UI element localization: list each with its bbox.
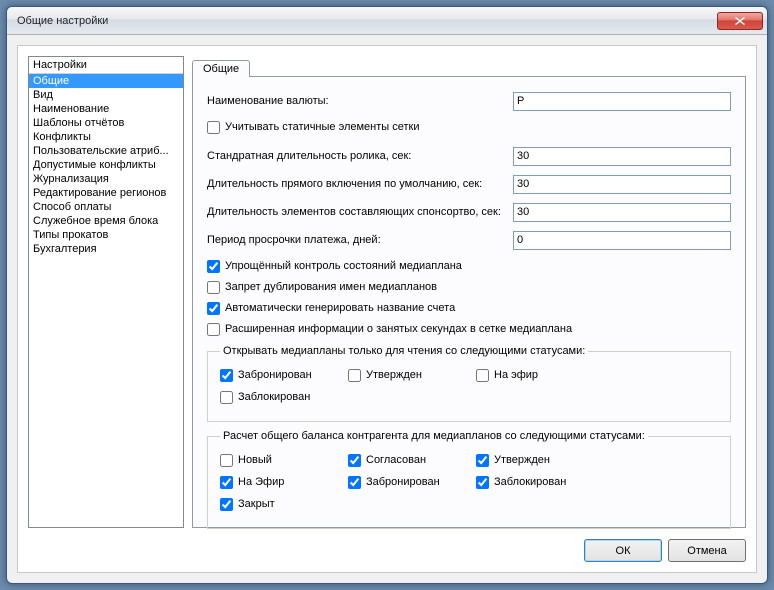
tab-panel-general: Наименование валюты: Учитывать статичные… (192, 76, 746, 528)
extended-checkbox[interactable] (207, 323, 220, 336)
balance-status-grid: Новый Согласован Утвержден На Эфир Заброниро… (220, 452, 718, 518)
balance-status-checkbox[interactable] (476, 476, 489, 489)
readonly-status-item: Утвержден (348, 367, 476, 383)
balance-status-item: На Эфир (220, 474, 348, 490)
balance-status-checkbox[interactable] (220, 454, 233, 467)
tab-strip: Общие (192, 56, 746, 76)
static-elements-checkbox[interactable] (207, 121, 220, 134)
balance-status-checkbox[interactable] (220, 498, 233, 511)
simplified-checkbox[interactable] (207, 260, 220, 273)
currency-input[interactable] (513, 92, 731, 111)
balance-status-label: Согласован (366, 454, 426, 466)
readonly-status-item: Забронирован (220, 367, 348, 383)
balance-status-label: Заблокирован (494, 476, 566, 488)
balance-status-item: Новый (220, 452, 348, 468)
balance-status-item: Заблокирован (476, 474, 604, 490)
readonly-status-item: На эфир (476, 367, 604, 383)
readonly-status-label: Заблокирован (238, 391, 310, 403)
content-area: Настройки ОбщиеВидНаименованиеШаблоны от… (28, 56, 746, 528)
balance-status-item: Утвержден (476, 452, 604, 468)
sidebar-item[interactable]: Типы прокатов (29, 228, 183, 242)
static-elements-label: Учитывать статичные элементы сетки (225, 121, 420, 133)
main-panel: Общие Наименование валюты: Учитывать ста… (192, 56, 746, 528)
readonly-status-label: Утвержден (366, 369, 422, 381)
sidebar-item[interactable]: Способ оплаты (29, 200, 183, 214)
sponsor-duration-label: Длительность элементов составляющих спон… (207, 206, 513, 218)
close-icon (735, 17, 745, 25)
sidebar-item[interactable]: Пользовательские атриб... (29, 144, 183, 158)
sidebar-item[interactable]: Конфликты (29, 130, 183, 144)
autogen-label: Автоматически генерировать название счет… (225, 302, 455, 314)
readonly-status-label: Забронирован (238, 369, 312, 381)
sidebar-header: Настройки (29, 57, 183, 74)
std-duration-input[interactable] (513, 147, 731, 166)
client-area: Настройки ОбщиеВидНаименованиеШаблоны от… (17, 45, 757, 573)
tab-general[interactable]: Общие (192, 60, 250, 77)
overdue-label: Период просрочки платежа, дней: (207, 234, 513, 246)
readonly-status-checkbox[interactable] (220, 391, 233, 404)
overdue-input[interactable] (513, 231, 731, 250)
sidebar-item[interactable]: Наименование (29, 102, 183, 116)
sidebar-item[interactable]: Шаблоны отчётов (29, 116, 183, 130)
sidebar-item[interactable]: Вид (29, 88, 183, 102)
simplified-label: Упрощённый контроль состояний медиаплана (225, 260, 462, 272)
sidebar-item[interactable]: Служебное время блока (29, 214, 183, 228)
readonly-status-legend: Открывать медиапланы только для чтения с… (220, 345, 588, 357)
readonly-status-group: Открывать медиапланы только для чтения с… (207, 345, 731, 422)
balance-status-checkbox[interactable] (476, 454, 489, 467)
sponsor-duration-input[interactable] (513, 203, 731, 222)
balance-status-item: Закрыт (220, 496, 348, 512)
balance-status-item: Согласован (348, 452, 476, 468)
sidebar-list: ОбщиеВидНаименованиеШаблоны отчётовКонфл… (29, 74, 183, 256)
std-duration-label: Стандратная длительность ролика, сек: (207, 150, 513, 162)
balance-status-checkbox[interactable] (348, 454, 361, 467)
balance-status-label: Забронирован (366, 476, 440, 488)
cancel-button[interactable]: Отмена (668, 539, 746, 562)
balance-status-item: Забронирован (348, 474, 476, 490)
currency-label: Наименование валюты: (207, 95, 513, 107)
button-bar: ОК Отмена (584, 539, 746, 562)
titlebar: Общие настройки (7, 7, 767, 35)
balance-status-legend: Расчет общего баланса контрагента для ме… (220, 430, 648, 442)
ok-button[interactable]: ОК (584, 539, 662, 562)
readonly-status-checkbox[interactable] (348, 369, 361, 382)
autogen-checkbox[interactable] (207, 302, 220, 315)
live-duration-label: Длительность прямого включения по умолча… (207, 178, 513, 190)
balance-status-label: Закрыт (238, 498, 275, 510)
balance-status-checkbox[interactable] (348, 476, 361, 489)
sidebar-item[interactable]: Бухгалтерия (29, 242, 183, 256)
close-button[interactable] (717, 12, 763, 30)
window-title: Общие настройки (17, 15, 717, 27)
duplicate-checkbox[interactable] (207, 281, 220, 294)
sidebar-item[interactable]: Допустимые конфликты (29, 158, 183, 172)
balance-status-checkbox[interactable] (220, 476, 233, 489)
readonly-status-checkbox[interactable] (476, 369, 489, 382)
live-duration-input[interactable] (513, 175, 731, 194)
settings-sidebar: Настройки ОбщиеВидНаименованиеШаблоны от… (28, 56, 184, 528)
balance-status-group: Расчет общего баланса контрагента для ме… (207, 430, 731, 529)
balance-status-label: На Эфир (238, 476, 284, 488)
balance-status-label: Новый (238, 454, 272, 466)
readonly-status-checkbox[interactable] (220, 369, 233, 382)
balance-status-label: Утвержден (494, 454, 550, 466)
sidebar-item[interactable]: Журнализация (29, 172, 183, 186)
dialog-window: Общие настройки Настройки ОбщиеВидНаимен… (6, 6, 768, 584)
readonly-status-grid: Забронирован Утвержден На эфир Заблокирован (220, 367, 718, 411)
duplicate-label: Запрет дублирования имен медиапланов (225, 281, 437, 293)
readonly-status-label: На эфир (494, 369, 538, 381)
readonly-status-item: Заблокирован (220, 389, 348, 405)
extended-label: Расширенная информации о занятых секунда… (225, 323, 572, 335)
sidebar-item[interactable]: Редактирование регионов (29, 186, 183, 200)
sidebar-item[interactable]: Общие (29, 74, 183, 88)
